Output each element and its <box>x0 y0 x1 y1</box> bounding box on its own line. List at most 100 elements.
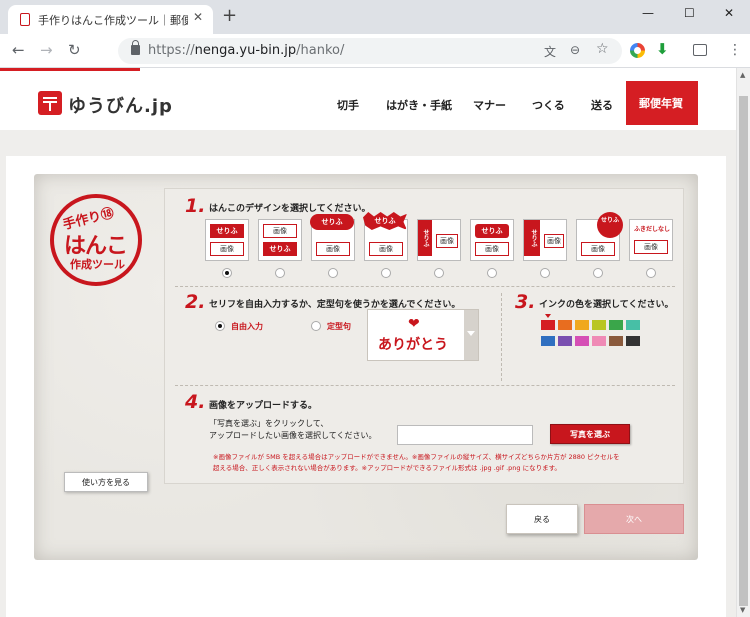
window-close-button[interactable]: ✕ <box>724 6 734 20</box>
postal-logo-icon[interactable] <box>38 91 62 115</box>
bookmark-star-icon[interactable]: ☆ <box>596 41 609 57</box>
page-scrollbar[interactable]: ▲ ▼ <box>736 68 750 617</box>
design-card-4[interactable]: せりふ 画像 <box>363 212 408 261</box>
reload-icon[interactable]: ↻ <box>68 41 81 59</box>
design-radio-7[interactable] <box>540 268 550 278</box>
ink-swatch[interactable] <box>541 320 555 330</box>
site-header: ゆうびん.jp 切手 はがき・手紙 マナー つくる 送る 郵便年賀 <box>0 78 736 130</box>
free-input-radio[interactable] <box>215 321 225 331</box>
ink-swatch[interactable] <box>626 336 640 346</box>
nav-create[interactable]: つくる <box>532 97 565 113</box>
tab-title: 手作りはんこ作成ツール｜郵便年賀 <box>38 14 188 27</box>
cast-icon[interactable] <box>693 44 707 56</box>
design-radio-9[interactable] <box>646 268 656 278</box>
ink-swatch[interactable] <box>609 320 623 330</box>
step2-number: 2. <box>185 291 206 313</box>
step1-number: 1. <box>185 195 206 217</box>
vertical-divider <box>501 293 502 381</box>
scroll-down-icon[interactable]: ▼ <box>740 606 745 614</box>
nav-nenga[interactable]: 郵便年賀 <box>626 81 698 125</box>
heart-icon: ❤ <box>408 316 420 332</box>
maximize-button[interactable]: ☐ <box>684 6 695 20</box>
card-image: 画像 <box>634 240 668 254</box>
step4-number: 4. <box>185 391 206 413</box>
card-serif: せりふ <box>363 212 407 230</box>
card-serif: せりふ <box>210 224 244 238</box>
ink-swatch[interactable] <box>626 320 640 330</box>
scroll-up-icon[interactable]: ▲ <box>740 71 745 79</box>
card-image: 画像 <box>475 242 509 256</box>
upload-filename-field[interactable] <box>397 425 533 445</box>
card-serif: ふきだしなし <box>633 226 670 233</box>
new-tab-button[interactable]: + <box>222 7 237 25</box>
ink-swatch[interactable] <box>609 336 623 346</box>
chevron-down-icon[interactable] <box>464 310 478 360</box>
design-card-6[interactable]: せりふ 画像 <box>470 219 514 261</box>
download-extension-icon[interactable]: ⬇ <box>656 40 669 58</box>
how-to-use-button[interactable]: 使い方を見る <box>64 472 148 492</box>
nav-send[interactable]: 送る <box>591 97 613 113</box>
browser-menu-icon[interactable]: ⋮ <box>728 42 742 58</box>
design-radio-3[interactable] <box>328 268 338 278</box>
ink-swatch[interactable] <box>558 320 572 330</box>
upload-desc-1: 「写真を選ぶ」をクリックして、 <box>209 419 329 428</box>
upload-desc-2: アップロードしたい画像を選択してください。 <box>209 431 377 440</box>
nav-postcards[interactable]: はがき・手紙 <box>386 97 452 113</box>
free-input-label[interactable]: 自由入力 <box>231 321 263 332</box>
design-radio-5[interactable] <box>434 268 444 278</box>
design-card-2[interactable]: 画像 せりふ <box>258 219 302 261</box>
minimize-button[interactable]: — <box>642 6 654 20</box>
back-button[interactable]: 戻る <box>506 504 578 534</box>
address-bar[interactable]: https://nenga.yu-bin.jp/hanko/ 文 ⊖ ☆ <box>118 38 622 64</box>
url-text[interactable]: https://nenga.yu-bin.jp/hanko/ <box>148 43 344 58</box>
ink-swatch[interactable] <box>541 336 555 346</box>
tab-close-icon[interactable]: ✕ <box>193 10 203 24</box>
design-card-7[interactable]: せりふ 画像 <box>523 219 567 261</box>
translate-icon[interactable]: 文 <box>544 43 556 60</box>
fixed-phrase-radio[interactable] <box>311 321 321 331</box>
fixed-phrase-label[interactable]: 定型句 <box>327 321 351 332</box>
zoom-icon[interactable]: ⊖ <box>570 43 580 57</box>
design-radio-6[interactable] <box>487 268 497 278</box>
next-button[interactable]: 次へ <box>584 504 684 534</box>
design-card-1[interactable]: せりふ 画像 <box>205 219 249 261</box>
card-serif: せりふ <box>310 214 354 230</box>
design-radio-8[interactable] <box>593 268 603 278</box>
paper-background: 手作り⑱ はんこ 作成ツール 1. はんこのデザインを選択してください。 せりふ… <box>34 174 698 560</box>
favicon-icon <box>20 13 30 26</box>
browser-toolbar: ← → ↻ https://nenga.yu-bin.jp/hanko/ 文 ⊖… <box>0 34 750 68</box>
card-image: 画像 <box>263 224 297 238</box>
forward-arrow-icon[interactable]: → <box>40 41 53 59</box>
hanko-tool-logo: 手作り⑱ はんこ 作成ツール <box>50 194 142 286</box>
back-arrow-icon[interactable]: ← <box>12 41 25 59</box>
ink-swatch[interactable] <box>575 336 589 346</box>
design-radio-2[interactable] <box>275 268 285 278</box>
choose-photo-button[interactable]: 写真を選ぶ <box>550 424 630 444</box>
ink-swatch[interactable] <box>575 320 589 330</box>
design-radio-1[interactable] <box>222 268 232 278</box>
card-serif: せりふ <box>475 224 509 238</box>
extension-color-icon[interactable] <box>630 43 645 58</box>
design-card-8[interactable]: せりふ 画像 <box>576 212 623 261</box>
design-card-5[interactable]: せりふ 画像 <box>417 219 461 261</box>
ink-swatch[interactable] <box>592 320 606 330</box>
card-serif: せりふ <box>524 220 540 256</box>
ink-swatch[interactable] <box>558 336 572 346</box>
phrase-select[interactable]: ❤ ありがとう <box>367 309 479 361</box>
card-image: 画像 <box>210 242 244 256</box>
scroll-thumb[interactable] <box>739 96 748 606</box>
nav-stamps[interactable]: 切手 <box>337 97 359 113</box>
lock-icon[interactable] <box>131 40 140 55</box>
top-red-line <box>0 68 140 71</box>
nav-manners[interactable]: マナー <box>473 97 506 113</box>
design-card-3[interactable]: せりふ 画像 <box>310 214 355 261</box>
design-card-9[interactable]: ふきだしなし 画像 <box>629 219 673 261</box>
browser-tab[interactable]: 手作りはんこ作成ツール｜郵便年賀 ✕ <box>8 5 213 34</box>
step3-number: 3. <box>515 291 536 313</box>
card-image: 画像 <box>436 234 458 248</box>
site-logo-text[interactable]: ゆうびん.jp <box>68 92 173 118</box>
step3-label: インクの色を選択してください。 <box>539 300 674 310</box>
design-radio-4[interactable] <box>381 268 391 278</box>
ink-selected-marker <box>545 314 551 318</box>
ink-swatch[interactable] <box>592 336 606 346</box>
